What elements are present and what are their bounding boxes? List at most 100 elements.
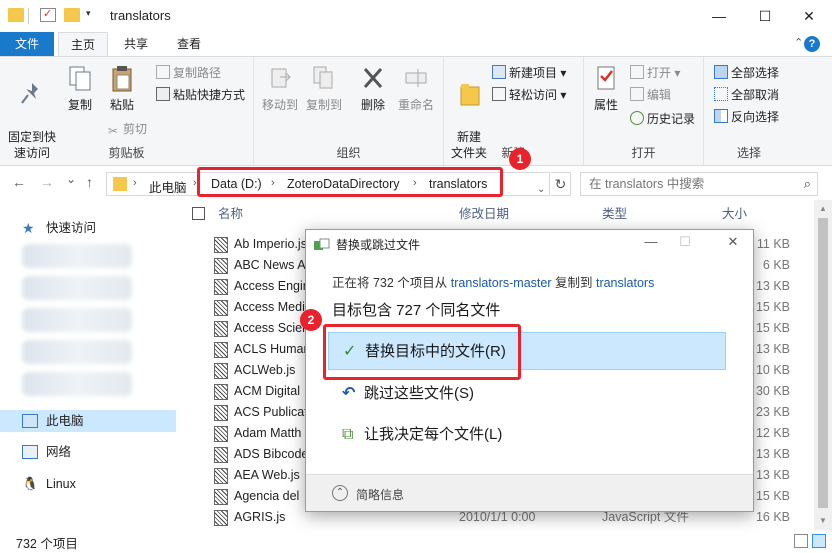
- select-all-label: 全部选择: [731, 66, 780, 80]
- recent-locations-icon[interactable]: ⌄: [66, 172, 76, 186]
- copy-button[interactable]: 复制: [62, 63, 98, 113]
- up-arrow-icon[interactable]: ↑: [86, 174, 93, 190]
- star-icon: ★: [22, 220, 35, 236]
- nav-linux-label: Linux: [46, 477, 76, 491]
- back-arrow-icon[interactable]: ←: [12, 174, 26, 190]
- js-file-icon: [214, 447, 228, 463]
- address-dropdown-icon[interactable]: ⌄: [537, 184, 545, 195]
- open-group: 属性 打开 ▾ 编辑 历史记录 打开: [584, 57, 704, 165]
- forward-arrow-icon[interactable]: →: [40, 174, 54, 190]
- details-view-icon[interactable]: [794, 534, 808, 548]
- nav-quick-access[interactable]: ★ 快速访问: [0, 217, 176, 239]
- dialog-close-button[interactable]: ✕: [718, 234, 748, 250]
- paste-label: 粘贴: [109, 98, 134, 112]
- scroll-up-icon[interactable]: ▲: [819, 204, 827, 213]
- select-none-button[interactable]: 全部取消: [714, 85, 779, 105]
- divider: [28, 8, 29, 24]
- skip-arrow-icon: ↶: [342, 385, 356, 402]
- item-count: 732 个项目: [16, 537, 78, 551]
- collapse-ribbon-icon[interactable]: ⌃: [794, 36, 803, 49]
- properties-button[interactable]: 属性: [590, 63, 622, 113]
- js-file-icon: [214, 426, 228, 442]
- close-button[interactable]: ✕: [786, 0, 832, 32]
- skip-files-label: 跳过这些文件(S): [364, 385, 474, 402]
- file-size: 30 KB: [755, 384, 790, 398]
- nav-this-pc[interactable]: 此电脑: [0, 410, 176, 432]
- delete-button[interactable]: 删除: [354, 63, 392, 113]
- title-bar: ▾ translators — ☐ ✕: [0, 0, 832, 32]
- nav-network-label: 网络: [46, 445, 72, 459]
- rename-button[interactable]: 重命名: [394, 63, 438, 113]
- vertical-scrollbar[interactable]: ▲ ▼: [814, 200, 832, 530]
- customize-toolbar-icon[interactable]: ▾: [86, 8, 91, 19]
- select-group-label: 选择: [736, 146, 761, 160]
- breadcrumb-separator: ›: [133, 177, 137, 189]
- invert-selection-button[interactable]: 反向选择: [714, 107, 779, 127]
- nav-this-pc-label: 此电脑: [46, 414, 84, 428]
- pin-icon: [21, 83, 38, 104]
- clipboard-group: 固定到快 速访问 复制 粘贴 复制路径 粘贴快捷方式 ✂ 剪切 剪贴板: [0, 57, 254, 165]
- history-button[interactable]: 历史记录: [630, 109, 695, 129]
- column-name[interactable]: 名称: [218, 204, 243, 224]
- new-item-button[interactable]: 新建项目 ▾: [492, 63, 566, 83]
- js-file-icon: [214, 258, 228, 274]
- new-folder-quick-icon[interactable]: [64, 8, 80, 22]
- copy-to-button[interactable]: 复制到: [304, 63, 344, 113]
- tab-home[interactable]: 主页: [58, 32, 108, 57]
- paste-button[interactable]: 粘贴: [104, 63, 140, 113]
- js-file-icon: [214, 510, 228, 526]
- decide-each-label: 让我决定每个文件(L): [364, 426, 503, 443]
- select-all-icon: [714, 65, 728, 79]
- destination-folder-link[interactable]: translators: [596, 276, 654, 290]
- skip-files-option[interactable]: ↶ 跳过这些文件(S): [328, 375, 726, 413]
- scroll-thumb[interactable]: [818, 218, 828, 508]
- file-size: 13 KB: [755, 342, 790, 356]
- file-size: 11 KB: [756, 237, 790, 251]
- dialog-title: 替换或跳过文件: [336, 238, 421, 252]
- open-button[interactable]: 打开 ▾: [630, 63, 680, 83]
- ribbon: 固定到快 速访问 复制 粘贴 复制路径 粘贴快捷方式 ✂ 剪切 剪贴板 移动到 复…: [0, 56, 832, 166]
- easy-access-button[interactable]: 轻松访问 ▾: [492, 85, 566, 105]
- copy-label: 复制: [67, 98, 92, 112]
- properties-icon: [597, 66, 615, 90]
- chevron-up-icon[interactable]: ⌃: [332, 485, 348, 501]
- select-all-checkbox[interactable]: [192, 207, 205, 220]
- tab-view[interactable]: 查看: [164, 32, 214, 56]
- select-all-button[interactable]: 全部选择: [714, 63, 779, 83]
- refresh-icon[interactable]: ↻: [551, 172, 571, 196]
- breadcrumb-this-pc[interactable]: 此电脑: [149, 177, 187, 196]
- move-to-button[interactable]: 移动到: [260, 63, 300, 113]
- copy-icon: [69, 66, 91, 91]
- nav-linux[interactable]: 🐧 Linux: [0, 473, 176, 495]
- edit-button[interactable]: 编辑: [630, 85, 671, 105]
- dialog-minimize-button[interactable]: —: [636, 234, 666, 249]
- search-box[interactable]: ⌕: [580, 172, 818, 196]
- column-date[interactable]: 修改日期: [459, 204, 509, 224]
- tab-share[interactable]: 共享: [112, 32, 160, 56]
- nav-network[interactable]: 网络: [0, 441, 176, 463]
- blurred-item: [22, 340, 132, 364]
- organize-group: 移动到 复制到 删除 重命名 组织: [254, 57, 444, 165]
- properties-label: 属性: [593, 98, 618, 112]
- less-info-link[interactable]: 简略信息: [356, 486, 404, 503]
- copy-path-button[interactable]: 复制路径: [156, 63, 221, 83]
- minimize-button[interactable]: —: [696, 0, 742, 32]
- tab-file[interactable]: 文件: [0, 32, 54, 56]
- edit-icon: [630, 87, 644, 101]
- new-folder-icon: [460, 84, 480, 106]
- large-icons-view-icon[interactable]: [812, 534, 826, 548]
- cut-button[interactable]: ✂ 剪切: [106, 119, 147, 139]
- maximize-button[interactable]: ☐: [742, 0, 788, 32]
- computer-icon: [22, 414, 38, 428]
- column-size[interactable]: 大小: [722, 204, 747, 224]
- search-icon[interactable]: ⌕: [804, 176, 811, 192]
- properties-quick-icon[interactable]: [40, 7, 56, 22]
- help-icon[interactable]: ?: [804, 36, 820, 52]
- js-file-icon: [214, 405, 228, 421]
- source-folder-link[interactable]: translators-master: [451, 276, 552, 290]
- column-type[interactable]: 类型: [602, 204, 627, 224]
- search-input[interactable]: [581, 173, 781, 195]
- paste-shortcut-button[interactable]: 粘贴快捷方式: [156, 85, 245, 105]
- scroll-down-icon[interactable]: ▼: [819, 516, 827, 525]
- decide-each-option[interactable]: ⧉ 让我决定每个文件(L): [328, 416, 726, 454]
